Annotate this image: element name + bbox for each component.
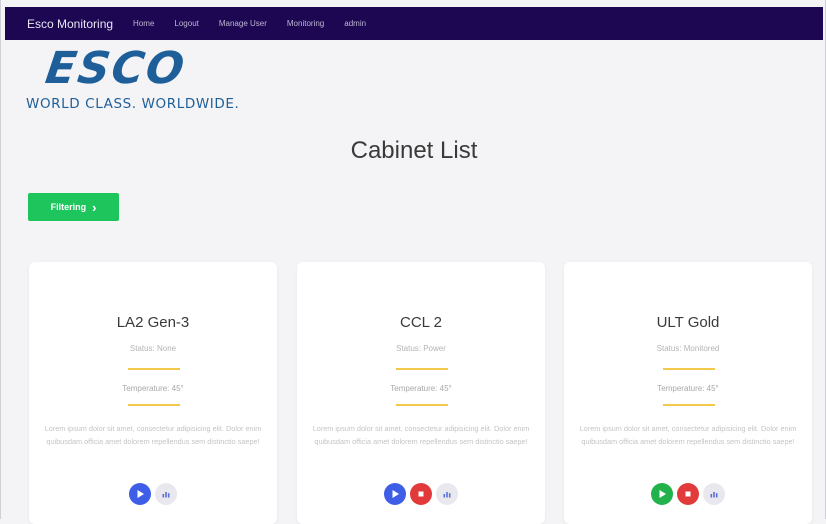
play-icon	[659, 490, 666, 498]
cabinet-temperature: Temperature: 45°	[657, 384, 719, 393]
chart-button[interactable]	[436, 483, 458, 505]
cabinet-status: Status: None	[129, 344, 177, 353]
filtering-button[interactable]: Filtering ›	[28, 193, 119, 221]
cabinet-actions	[297, 483, 545, 505]
chart-button[interactable]	[703, 483, 725, 505]
stop-button[interactable]	[410, 483, 432, 505]
stop-icon	[685, 491, 691, 497]
nav-link-home[interactable]: Home	[133, 19, 154, 28]
cabinet-card-ult-gold: ULT Gold Status: Monitored Temperature: …	[564, 262, 812, 524]
cabinet-title: CCL 2	[400, 314, 442, 331]
cabinet-card-ccl-2: CCL 2 Status: Power Temperature: 45° Lor…	[297, 262, 545, 524]
chart-icon	[710, 492, 718, 498]
cabinet-card-la2-gen3: LA2 Gen-3 Status: None Temperature: 45° …	[29, 262, 277, 524]
cabinet-actions	[29, 483, 277, 505]
logo-tagline: WORLD CLASS. WORLDWIDE.	[26, 96, 240, 112]
navbar-brand[interactable]: Esco Monitoring	[27, 17, 113, 31]
nav-link-manage-user[interactable]: Manage User	[219, 19, 267, 28]
stop-icon	[418, 491, 424, 497]
top-navbar: Esco Monitoring Home Logout Manage User …	[5, 7, 823, 40]
chart-icon	[443, 492, 451, 498]
stop-button[interactable]	[677, 483, 699, 505]
divider	[663, 404, 715, 406]
filtering-button-label: Filtering	[50, 202, 87, 212]
esco-logo: ESCO WORLD CLASS. WORLDWIDE.	[26, 43, 316, 115]
play-button[interactable]	[129, 483, 151, 505]
play-icon	[392, 490, 399, 498]
divider	[663, 368, 715, 370]
divider	[396, 368, 448, 370]
cabinet-title: ULT Gold	[656, 314, 720, 331]
chart-button[interactable]	[155, 483, 177, 505]
play-icon	[137, 490, 144, 498]
nav-link-monitoring[interactable]: Monitoring	[287, 19, 324, 28]
cabinet-description: Lorem ipsum dolor sit amet, consectetur …	[44, 424, 262, 446]
cabinet-status: Status: Monitored	[656, 344, 720, 353]
cabinet-description: Lorem ipsum dolor sit amet, consectetur …	[312, 424, 530, 446]
cabinet-title: LA2 Gen-3	[116, 314, 190, 331]
play-button[interactable]	[384, 483, 406, 505]
cabinet-temperature: Temperature: 45°	[122, 384, 184, 393]
logo-wordmark: ESCO	[42, 43, 190, 94]
cabinet-status: Status: Power	[396, 344, 446, 353]
cabinet-description: Lorem ipsum dolor sit amet, consectetur …	[579, 424, 797, 446]
cabinet-actions	[564, 483, 812, 505]
divider	[128, 368, 180, 370]
go-button[interactable]	[651, 483, 673, 505]
divider	[396, 404, 448, 406]
chart-icon	[162, 492, 170, 498]
nav-link-logout[interactable]: Logout	[174, 19, 198, 28]
divider	[128, 404, 180, 406]
chevron-right-icon: ›	[92, 199, 97, 215]
nav-link-admin[interactable]: admin	[344, 19, 366, 28]
cabinet-temperature: Temperature: 45°	[390, 384, 452, 393]
page-title: Cabinet List	[350, 137, 478, 164]
